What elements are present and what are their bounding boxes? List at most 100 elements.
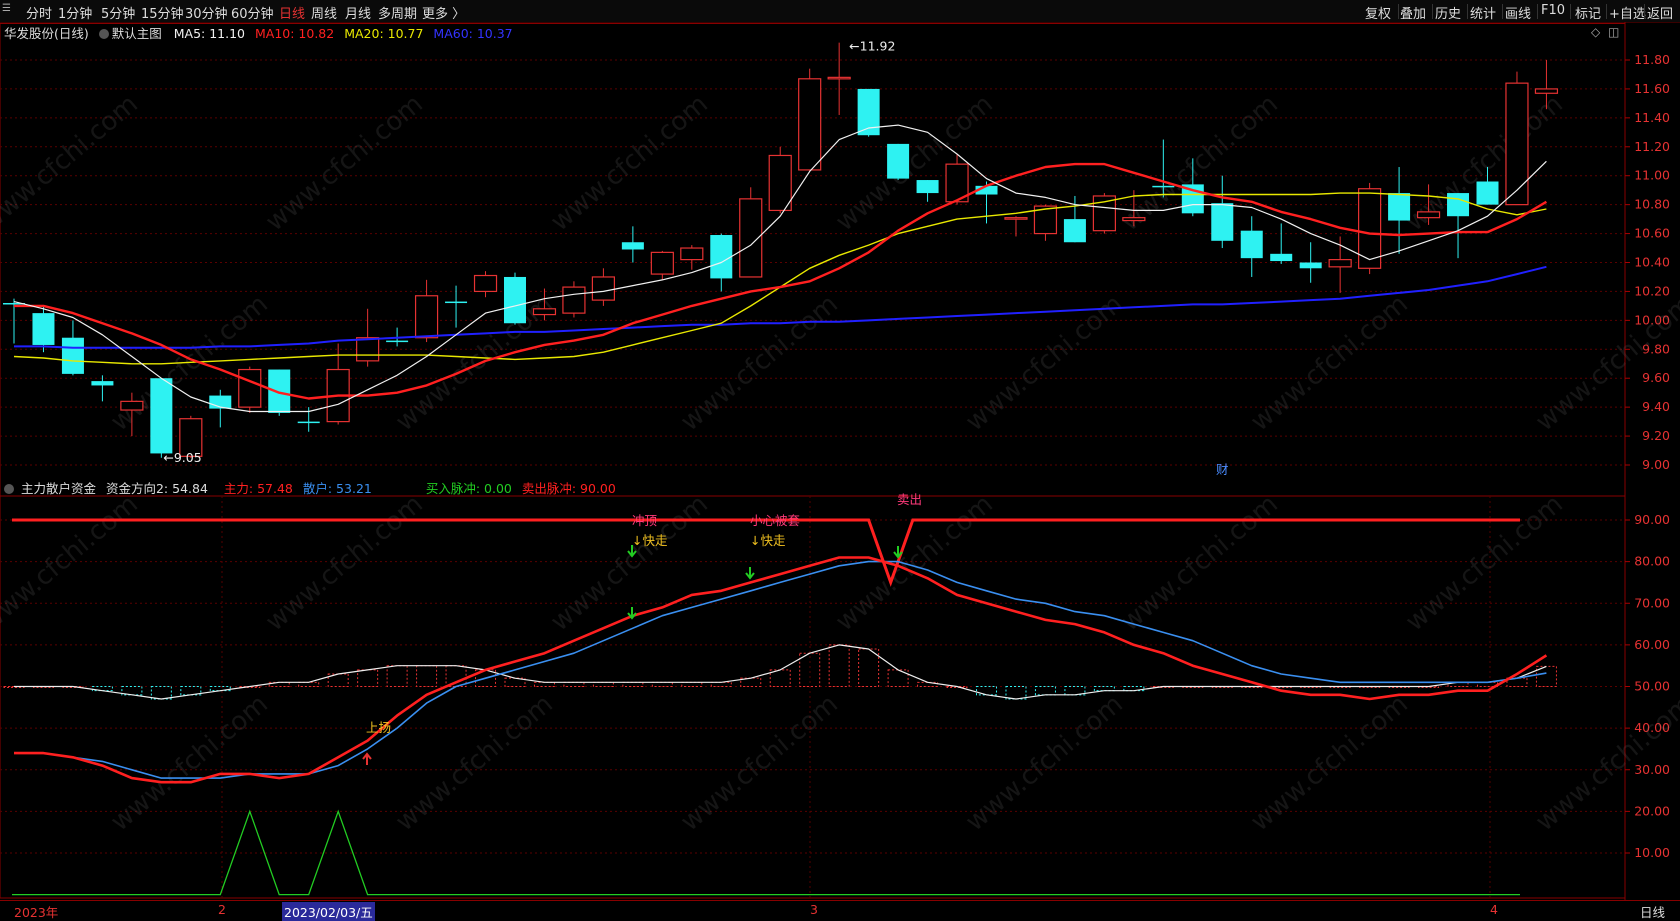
rise-label: 上扬: [366, 720, 391, 735]
watermark: www.cfchi.com www.cfchi.com www.cfchi.com w…: [0, 89, 1680, 837]
sub-axis-label: 50.00: [1634, 679, 1670, 694]
period-weekly[interactable]: 周线: [311, 3, 337, 22]
diamond-icon[interactable]: ◇: [1591, 25, 1600, 39]
indicator-menu-icon[interactable]: [4, 483, 14, 494]
candle-body-down: [1476, 181, 1499, 205]
candle-body-down: [1240, 230, 1263, 259]
sub-axis-label: 30.00: [1634, 762, 1670, 777]
ma5-value: MA5: 11.10: [173, 26, 246, 41]
watermark-text: www.cfchi.com: [1115, 489, 1284, 637]
candle-body-up: [238, 368, 262, 408]
direction-bar: [298, 681, 320, 688]
candle-body-down: [91, 381, 114, 386]
selected-date: 2023/02/03/五: [282, 902, 375, 921]
window-toggle-icon[interactable]: ◫: [1608, 25, 1619, 39]
tool-add-favorite[interactable]: +自选: [1609, 3, 1646, 22]
candle-body-up: [591, 276, 616, 301]
sub-axis-label: 20.00: [1634, 803, 1670, 818]
candle-body-up: [356, 337, 380, 362]
price-axis-label: 11.20: [1634, 139, 1670, 154]
price-axis-label: 10.80: [1634, 197, 1670, 212]
candle-body-up: [827, 76, 851, 80]
divider: [1502, 4, 1503, 19]
ma20-value: MA20: 10.77: [344, 26, 424, 41]
candle-body-down: [503, 276, 526, 324]
watermark-text: www.cfchi.com: [1115, 89, 1284, 237]
tool-f10[interactable]: F10: [1541, 3, 1565, 18]
template-label: 默认主图: [111, 26, 162, 41]
tool-stats[interactable]: 统计: [1470, 3, 1496, 22]
period-more[interactable]: 更多 〉: [422, 3, 465, 22]
finance-marker: 财: [1216, 462, 1229, 477]
candle-body-up: [650, 251, 674, 275]
sub-axis-label: 60.00: [1634, 637, 1670, 652]
price-axis-label: 11.80: [1634, 52, 1670, 67]
low-price-label: ←9.05: [163, 450, 201, 465]
high-price-label: ←11.92: [849, 39, 895, 54]
price-axis-label: 10.40: [1634, 255, 1670, 270]
period-60min[interactable]: 60分钟: [231, 3, 274, 22]
date-axis: [0, 900, 1680, 921]
period-5min[interactable]: 5分钟: [101, 3, 135, 22]
kline-chart-area[interactable]: 11.80 11.60 11.40 11.20 11.00 10.80 10.60 10.40…: [0, 22, 1680, 900]
candle-body-down: [1063, 219, 1086, 243]
period-1min[interactable]: 1分钟: [58, 3, 92, 22]
candle-body-down: [1211, 203, 1234, 241]
stock-name[interactable]: 华发股份(日线): [4, 26, 89, 41]
sub-axis-label: 90.00: [1634, 512, 1670, 527]
tool-overlay[interactable]: 叠加: [1400, 3, 1426, 22]
sub-chart-header: 主力散户资金 资金方向2: 54.84 主力: 57.48 散户: 53.21 …: [4, 478, 616, 496]
period-monthly[interactable]: 月线: [345, 3, 371, 22]
candle-body-down: [1270, 253, 1293, 262]
watermark-text: www.cfchi.com: [1245, 689, 1414, 837]
watermark-text: www.cfchi.com: [390, 689, 559, 837]
template-selector[interactable]: 默认主图: [98, 26, 162, 41]
candle-body-up: [1004, 217, 1028, 220]
direction-bar: [563, 681, 585, 688]
tool-history[interactable]: 历史: [1435, 3, 1461, 22]
direction-bar: [416, 665, 438, 687]
price-axis-label: 10.60: [1634, 226, 1670, 241]
direction-bar: [622, 681, 644, 688]
direction-bar: [681, 681, 703, 688]
tool-mark[interactable]: 标记: [1575, 3, 1601, 22]
tool-restore-rights[interactable]: 复权: [1365, 3, 1391, 22]
direction-bar: [386, 665, 408, 687]
sub-axis-label: 10.00: [1634, 845, 1670, 860]
candle-body-down: [1152, 185, 1175, 188]
date-tick-feb: 2: [218, 902, 226, 917]
price-axis-label: 9.20: [1642, 428, 1670, 443]
divider: [1570, 4, 1571, 19]
tool-back[interactable]: 返回: [1647, 3, 1673, 22]
retail-fund-value: 散户: 53.21: [302, 481, 372, 496]
period-30min[interactable]: 30分钟: [185, 3, 228, 22]
down-arrow-3-shape: [745, 567, 755, 580]
watermark-text: www.cfchi.com: [0, 89, 144, 237]
rise-arrow-shape: [362, 752, 372, 765]
watermark-text: www.cfchi.com: [675, 689, 844, 837]
candle-body-up: [1416, 211, 1441, 219]
tool-draw[interactable]: 画线: [1505, 3, 1531, 22]
watermark-text: www.cfchi.com: [260, 89, 429, 237]
direction-bar: [1093, 686, 1115, 692]
candle-body-down: [1388, 193, 1411, 221]
candle-body-up: [532, 308, 557, 316]
indicator-name[interactable]: 主力散户资金: [21, 481, 96, 496]
period-daily[interactable]: 日线: [279, 3, 305, 22]
rise-arrow: [362, 752, 372, 765]
period-multi[interactable]: 多周期: [378, 3, 417, 22]
candle-body-up: [680, 247, 704, 261]
ma60-value: MA60: 10.37: [433, 26, 513, 41]
candle-body-down: [710, 235, 733, 279]
price-axis-label: 9.60: [1642, 370, 1670, 385]
period-fenshi[interactable]: 分时: [26, 3, 52, 22]
candle-body-up: [120, 400, 144, 411]
direction-bar: [1034, 686, 1056, 696]
period-15min[interactable]: 15分钟: [141, 3, 184, 22]
top-label: 冲顶: [632, 513, 658, 528]
period-toolbar: ☰ 分时 1分钟 5分钟 15分钟 30分钟 60分钟 日线 周线 月线 多周期…: [0, 0, 1680, 23]
quick-exit-label-2: ↓快走: [750, 533, 786, 548]
candle-body-down: [150, 378, 173, 454]
divider: [1537, 4, 1538, 19]
menu-icon[interactable]: ☰: [2, 3, 11, 14]
